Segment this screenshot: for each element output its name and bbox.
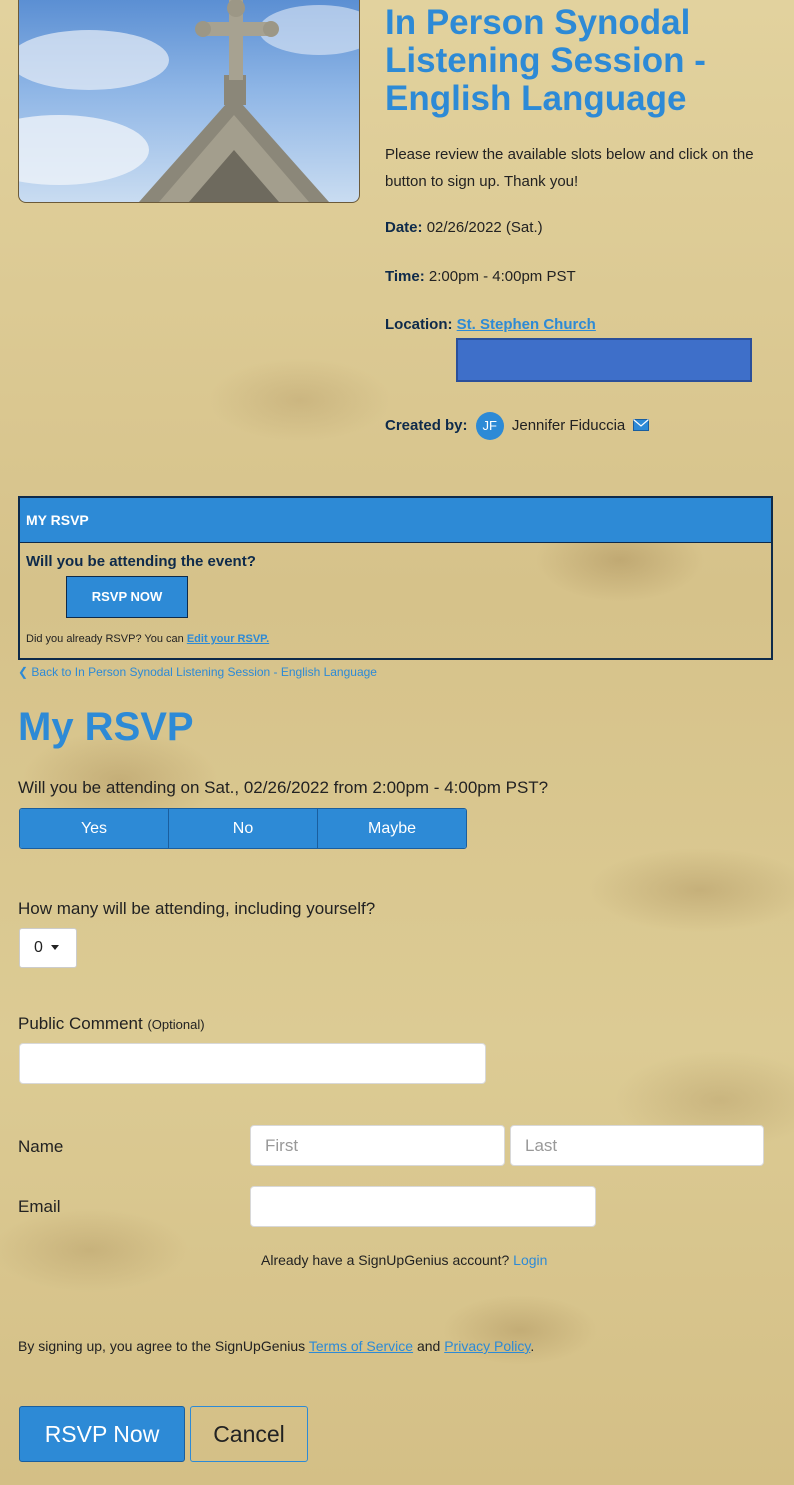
panel-note: Did you already RSVP? You can Edit your … (26, 633, 269, 645)
cancel-button[interactable]: Cancel (190, 1406, 308, 1462)
attend-options: Yes No Maybe (19, 808, 467, 849)
rsvp-now-button[interactable]: RSVP Now (19, 1406, 185, 1462)
login-link[interactable]: Login (513, 1252, 547, 1268)
location-link[interactable]: St. Stephen Church (457, 316, 596, 333)
privacy-policy-link[interactable]: Privacy Policy (444, 1338, 530, 1354)
time-value: 2:00pm - 4:00pm PST (428, 268, 576, 285)
mail-icon[interactable] (633, 418, 650, 435)
comment-label: Public Comment (Optional) (18, 1014, 205, 1034)
name-label: Name (18, 1137, 64, 1156)
count-question: How many will be attending, including yo… (18, 899, 376, 918)
panel-header: MY RSVP (20, 498, 771, 543)
comment-optional: (Optional) (147, 1017, 205, 1032)
time-label: Time: (385, 268, 425, 285)
attend-maybe-button[interactable]: Maybe (318, 809, 466, 848)
rsvp-now-panel-button[interactable]: RSVP NOW (66, 576, 188, 618)
terms-notice: By signing up, you agree to the SignUpGe… (18, 1338, 534, 1354)
email-label: Email (18, 1197, 61, 1216)
event-time: Time: 2:00pm - 4:00pm PST (385, 268, 576, 285)
panel-question: Will you be attending the event? (26, 553, 256, 570)
page-title: My RSVP (18, 705, 194, 749)
terms-prefix: By signing up, you agree to the SignUpGe… (18, 1338, 309, 1354)
back-link-text: Back to In Person Synodal Listening Sess… (31, 665, 377, 679)
date-label: Date: (385, 219, 423, 236)
count-value: 0 (34, 939, 43, 956)
redacted-address (456, 338, 752, 382)
terms-suffix: . (530, 1338, 535, 1354)
first-name-input[interactable] (250, 1125, 505, 1166)
event-date: Date: 02/26/2022 (Sat.) (385, 219, 543, 236)
login-prompt-text: Already have a SignUpGenius account? (261, 1252, 514, 1268)
terms-and: and (413, 1338, 445, 1354)
caret-down-icon (50, 945, 59, 951)
terms-of-service-link[interactable]: Terms of Service (309, 1338, 413, 1354)
attend-yes-button[interactable]: Yes (20, 809, 169, 848)
attendee-count-select[interactable]: 0 (19, 928, 77, 968)
location-label: Location: (385, 316, 453, 333)
last-name-input[interactable] (510, 1125, 764, 1166)
login-prompt: Already have a SignUpGenius account? Log… (261, 1252, 547, 1268)
back-link[interactable]: ❮ Back to In Person Synodal Listening Se… (18, 665, 377, 679)
creator-name: Jennifer Fiduccia (511, 416, 626, 434)
public-comment-input[interactable] (19, 1043, 486, 1084)
event-image (18, 0, 360, 203)
attend-no-button[interactable]: No (169, 809, 318, 848)
event-intro: Please review the available slots below … (385, 146, 754, 190)
chevron-left-icon: ❮ (18, 665, 29, 679)
comment-label-text: Public Comment (18, 1014, 143, 1033)
my-rsvp-panel: MY RSVP Will you be attending the event?… (18, 496, 773, 660)
event-creator: Created by: JF Jennifer Fiduccia (385, 412, 650, 440)
edit-rsvp-link[interactable]: Edit your RSVP. (187, 633, 269, 645)
attend-question: Will you be attending on Sat., 02/26/202… (18, 778, 549, 797)
panel-note-text: Did you already RSVP? You can (26, 633, 187, 645)
event-location: Location: St. Stephen Church (385, 316, 596, 333)
event-title: In Person Synodal Listening Session - En… (385, 3, 706, 118)
created-label: Created by: (385, 416, 468, 434)
date-value: 02/26/2022 (Sat.) (426, 219, 543, 236)
email-input[interactable] (250, 1186, 596, 1227)
avatar: JF (475, 412, 504, 440)
